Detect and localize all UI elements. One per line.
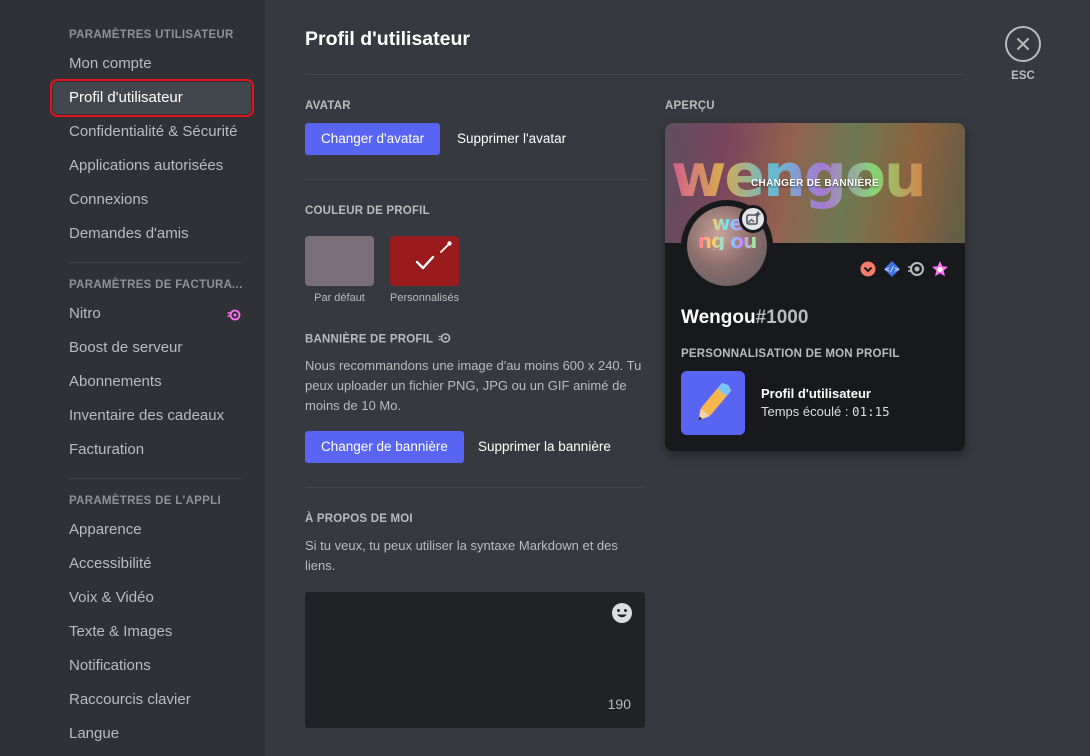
sidebar-divider [69, 478, 241, 479]
settings-sidebar: PARAMÈTRES UTILISATEUR Mon compte Profil… [0, 0, 265, 756]
sidebar-item-billing[interactable]: Facturation [53, 434, 251, 466]
activity-title: Profil d'utilisateur [761, 386, 871, 401]
default-color-swatch[interactable] [305, 236, 374, 286]
add-image-icon[interactable] [739, 205, 767, 233]
username-text: Wengou [681, 307, 756, 328]
profile-settings-panel: Profil d'utilisateur AVATAR Changer d'av… [305, 0, 965, 756]
change-avatar-button[interactable]: Changer d'avatar [305, 123, 441, 155]
section-divider [305, 179, 645, 180]
sidebar-item-text-images[interactable]: Texte & Images [53, 616, 251, 648]
default-color-label: Par défaut [314, 292, 365, 304]
sidebar-item-subscriptions[interactable]: Abonnements [53, 366, 251, 398]
nitro-icon [227, 298, 241, 330]
banner-description: Nous recommandons une image d'au moins 6… [305, 358, 642, 413]
user-settings-header: PARAMÈTRES UTILISATEUR [69, 29, 234, 41]
section-divider [305, 487, 645, 488]
profile-banner-label-text: BANNIÈRE DE PROFIL [305, 333, 433, 346]
close-button[interactable] [1005, 26, 1041, 62]
avatar-ring: we ng ou [681, 200, 773, 292]
sidebar-divider [69, 262, 241, 263]
developer-badge-icon[interactable]: </> [883, 260, 901, 278]
billing-settings-header: PARAMÈTRES DE FACTURATION [69, 279, 243, 291]
customize-profile-label: PERSONNALISATION DE MON PROFIL [681, 348, 900, 360]
page-title: Profil d'utilisateur [305, 28, 470, 50]
esc-label: ESC [1011, 70, 1035, 82]
about-me-section-label: À PROPOS DE MOI [305, 513, 413, 525]
elapsed-value: 01:15 [852, 404, 890, 419]
change-banner-button[interactable]: Changer de bannière [305, 431, 464, 463]
sidebar-item-server-boost[interactable]: Boost de serveur [53, 332, 251, 364]
sidebar-item-friend-requests[interactable]: Demandes d'amis [53, 218, 251, 250]
close-icon [1017, 38, 1029, 50]
profile-preview-card: wengou CHANGER DE BANNIÈRE we ng ou </> … [665, 123, 965, 451]
sidebar-item-accessibility[interactable]: Accessibilité [53, 548, 251, 580]
app-settings-header: PARAMÈTRES DE L'APPLI [69, 495, 221, 507]
change-banner-overlay-label: CHANGER DE BANNIÈRE [751, 178, 879, 189]
pencil-icon [681, 371, 745, 435]
sidebar-item-keybinds[interactable]: Raccourcis clavier [53, 684, 251, 716]
sidebar-item-my-account[interactable]: Mon compte [53, 48, 251, 80]
remove-avatar-button[interactable]: Supprimer l'avatar [457, 123, 566, 155]
nitro-icon [438, 332, 451, 347]
sidebar-item-label: Nitro [69, 305, 101, 322]
sidebar-item-nitro[interactable]: Nitro [53, 298, 251, 330]
sidebar-item-user-profile[interactable]: Profil d'utilisateur [50, 79, 254, 117]
remove-banner-button[interactable]: Supprimer la bannière [478, 431, 611, 463]
profile-banner-section-label: BANNIÈRE DE PROFIL [305, 332, 451, 347]
sidebar-item-authorized-apps[interactable]: Applications autorisées [53, 150, 251, 182]
svg-text:</>: </> [885, 265, 900, 274]
sidebar-item-gift-inventory[interactable]: Inventaire des cadeaux [53, 400, 251, 432]
profile-badges: </> [859, 259, 949, 279]
hypesquad-badge-icon[interactable] [859, 260, 877, 278]
emoji-icon[interactable] [611, 602, 633, 624]
about-me-textarea[interactable]: 190 [305, 592, 645, 728]
preview-section-label: APERÇU [665, 100, 715, 112]
character-counter: 190 [607, 696, 631, 712]
nitro-badge-icon[interactable] [907, 260, 925, 278]
avatar-section-label: AVATAR [305, 100, 351, 112]
sidebar-item-privacy-safety[interactable]: Confidentialité & Sécurité [53, 116, 251, 148]
sidebar-item-voice-video[interactable]: Voix & Vidéo [53, 582, 251, 614]
sidebar-item-notifications[interactable]: Notifications [53, 650, 251, 682]
custom-color-label: Personnalisés [390, 292, 460, 304]
about-me-description: Si tu veux, tu peux utiliser la syntaxe … [305, 538, 618, 573]
sidebar-item-appearance[interactable]: Apparence [53, 514, 251, 546]
title-divider [305, 74, 965, 75]
sidebar-item-connections[interactable]: Connexions [53, 184, 251, 216]
profile-color-section-label: COULEUR DE PROFIL [305, 205, 430, 217]
preview-username: Wengou#1000 [681, 307, 808, 329]
activity-elapsed-time: Temps écoulé : 01:15 [761, 404, 890, 419]
elapsed-prefix: Temps écoulé : [761, 404, 853, 419]
discriminator-text: #1000 [755, 307, 809, 328]
eyedropper-icon [439, 240, 453, 259]
sidebar-item-language[interactable]: Langue [53, 718, 251, 750]
boost-badge-icon[interactable] [931, 260, 949, 278]
